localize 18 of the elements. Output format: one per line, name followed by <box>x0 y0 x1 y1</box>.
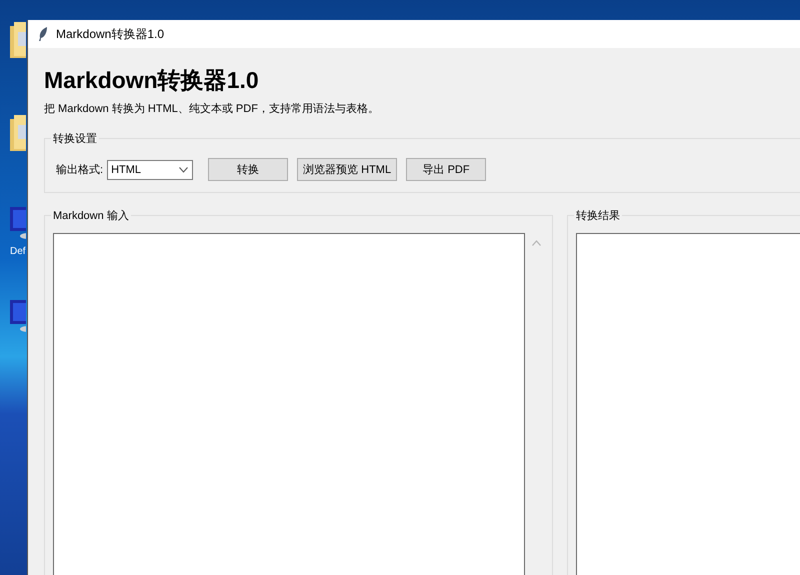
caret-icon <box>179 166 188 172</box>
group-title: Markdown 输入 <box>51 208 131 223</box>
monitor-icon[interactable] <box>10 298 26 334</box>
feather-icon <box>38 27 48 41</box>
format-label: 输出格式: <box>56 163 104 177</box>
group-title: 转换设置 <box>51 131 99 146</box>
app-heading: Markdown转换器1.0 <box>44 66 260 94</box>
convert-button[interactable]: 转换 <box>208 158 288 181</box>
window-title: Markdown转换器1.0 <box>56 26 164 42</box>
preview-button[interactable]: 浏览器预览 HTML <box>297 158 398 181</box>
monitor-icon[interactable] <box>10 205 26 241</box>
desktop-icon-label[interactable]: Def <box>10 246 26 257</box>
folder-icon[interactable] <box>10 115 26 151</box>
export-button[interactable]: 导出 PDF <box>406 158 486 181</box>
app-description: 把 Markdown 转换为 HTML、纯文本或 PDF，支持常用语法与表格。 <box>44 102 380 116</box>
format-dropdown[interactable]: HTML <box>107 160 194 180</box>
folder-icon[interactable] <box>10 22 26 58</box>
group-title: 转换结果 <box>574 208 622 223</box>
